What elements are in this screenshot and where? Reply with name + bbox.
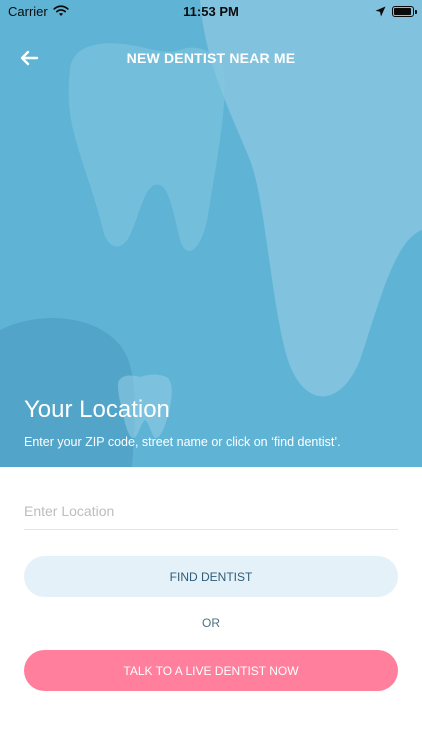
- status-time: 11:53 PM: [183, 3, 239, 19]
- battery-level: [394, 7, 412, 15]
- hero-title: Your Location: [24, 396, 170, 423]
- find-dentist-button[interactable]: FIND DENTIST: [24, 556, 398, 597]
- find-dentist-label: FIND DENTIST: [169, 569, 253, 584]
- hero-banner: NEW DENTIST NEAR ME Your Location Enter …: [0, 0, 422, 467]
- location-input[interactable]: [24, 498, 398, 530]
- hero-subtitle: Enter your ZIP code, street name or clic…: [24, 435, 341, 449]
- talk-to-live-dentist-label: TALK TO A LIVE DENTIST NOW: [123, 663, 299, 678]
- or-divider-label: OR: [202, 616, 220, 630]
- arrow-left-icon: [20, 50, 39, 66]
- status-bar: Carrier 11:53 PM: [0, 0, 422, 22]
- navigation-bar: NEW DENTIST NEAR ME: [0, 40, 422, 76]
- back-button[interactable]: [14, 44, 44, 72]
- talk-to-live-dentist-button[interactable]: TALK TO A LIVE DENTIST NOW: [24, 650, 398, 691]
- battery-icon: [392, 5, 417, 17]
- page-title: NEW DENTIST NEAR ME: [126, 50, 296, 66]
